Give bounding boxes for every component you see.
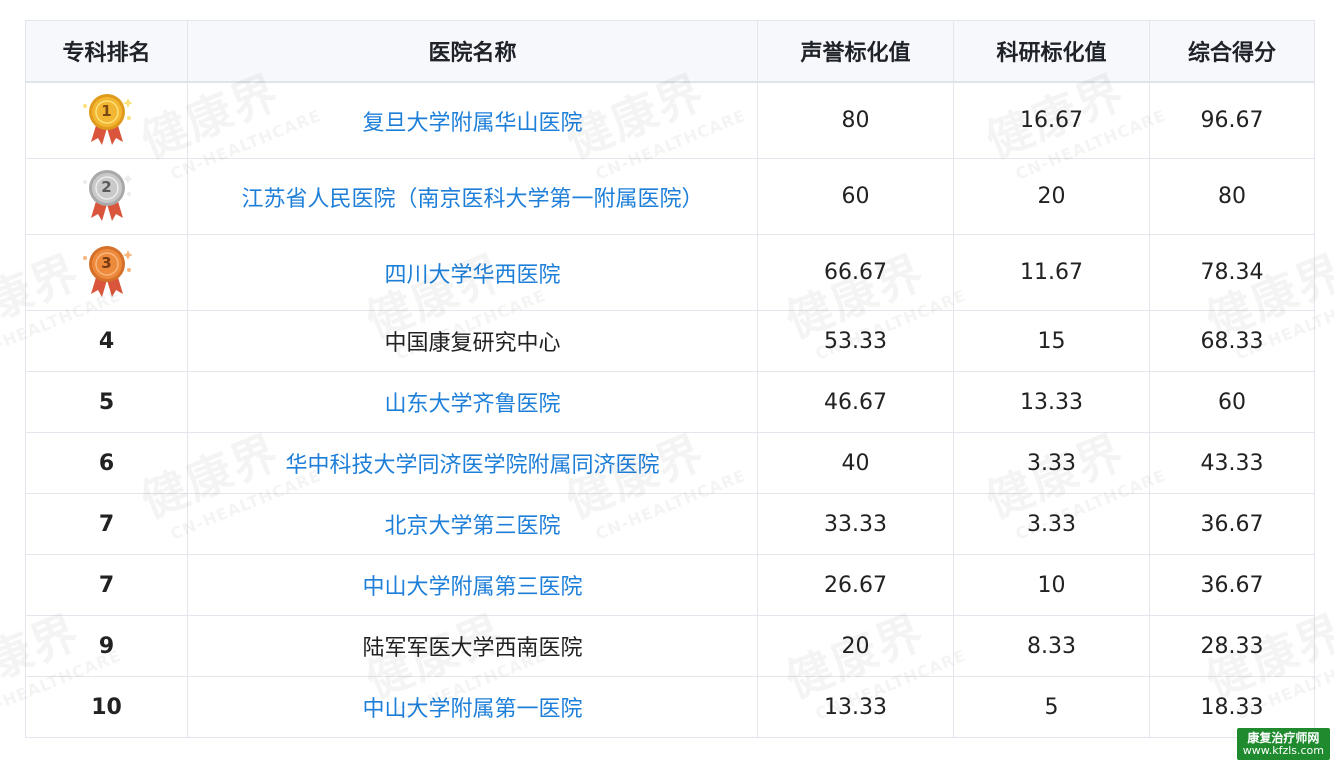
table-row: 10 中山大学附属第一医院 13.33 5 18.33: [25, 676, 1315, 738]
cell-hospital: 陆军军医大学西南医院: [187, 615, 758, 677]
cell-rank: 7: [25, 493, 188, 555]
header-total: 综合得分: [1149, 20, 1315, 83]
cell-rank: 9: [25, 615, 188, 677]
hospital-name: 陆军军医大学西南医院: [362, 636, 583, 661]
site-badge[interactable]: 康复治疗师网 www.kfzls.com: [1236, 727, 1330, 760]
cell-reputation: 26.67: [757, 554, 954, 616]
cell-rank: 3: [25, 234, 188, 311]
cell-research: 10: [953, 554, 1150, 616]
cell-hospital: 中山大学附属第一医院: [187, 676, 758, 738]
medal-rank-number: 3: [101, 253, 112, 272]
cell-reputation: 66.67: [757, 234, 954, 311]
page: 专科排名 医院名称 声誉标化值 科研标化值 综合得分 1 复旦大学附属华山医院 80…: [0, 0, 1334, 764]
cell-total: 43.33: [1149, 432, 1315, 494]
table-row: 9 陆军军医大学西南医院 20 8.33 28.33: [25, 615, 1315, 677]
hospital-link[interactable]: 华中科技大学同济医学院附属同济医院: [285, 453, 659, 478]
table-row: 7 北京大学第三医院 33.33 3.33 36.67: [25, 493, 1315, 555]
cell-hospital: 江苏省人民医院（南京医科大学第一附属医院）: [187, 158, 758, 235]
table-row: 2 江苏省人民医院（南京医科大学第一附属医院） 60 20 80: [25, 158, 1315, 235]
table-row: 3 四川大学华西医院 66.67 11.67 78.34: [25, 234, 1315, 311]
cell-reputation: 33.33: [757, 493, 954, 555]
bronze-medal-icon: 3: [82, 244, 132, 302]
cell-reputation: 53.33: [757, 310, 954, 372]
cell-research: 11.67: [953, 234, 1150, 311]
table-body: 1 复旦大学附属华山医院 80 16.67 96.67 2 江苏省人民医院（南京医科大学第一…: [25, 81, 1315, 738]
cell-total: 36.67: [1149, 554, 1315, 616]
hospital-link[interactable]: 山东大学齐鲁医院: [384, 392, 560, 417]
cell-total: 78.34: [1149, 234, 1315, 311]
table-row: 5 山东大学齐鲁医院 46.67 13.33 60: [25, 371, 1315, 433]
medal-rank-number: 2: [101, 177, 112, 196]
cell-rank: 1: [25, 81, 188, 159]
hospital-link[interactable]: 中山大学附属第一医院: [362, 697, 582, 722]
cell-reputation: 20: [757, 615, 954, 677]
cell-reputation: 13.33: [757, 676, 954, 738]
cell-research: 5: [953, 676, 1150, 738]
gold-medal-icon: 1: [82, 92, 132, 150]
cell-research: 15: [953, 310, 1150, 372]
cell-research: 13.33: [953, 371, 1150, 433]
cell-research: 20: [953, 158, 1150, 235]
header-hospital: 医院名称: [187, 20, 758, 83]
cell-total: 80: [1149, 158, 1315, 235]
cell-rank: 6: [25, 432, 188, 494]
site-badge-url: www.kfzls.com: [1242, 743, 1324, 757]
cell-research: 16.67: [953, 81, 1150, 159]
cell-research: 3.33: [953, 493, 1150, 555]
cell-total: 68.33: [1149, 310, 1315, 372]
cell-total: 60: [1149, 371, 1315, 433]
cell-hospital: 四川大学华西医院: [187, 234, 758, 311]
cell-total: 96.67: [1149, 81, 1315, 159]
cell-hospital: 华中科技大学同济医学院附属同济医院: [187, 432, 758, 494]
cell-hospital: 中山大学附属第三医院: [187, 554, 758, 616]
cell-reputation: 46.67: [757, 371, 954, 433]
hospital-link[interactable]: 四川大学华西医院: [384, 263, 560, 288]
cell-reputation: 60: [757, 158, 954, 235]
table-header-row: 专科排名 医院名称 声誉标化值 科研标化值 综合得分: [25, 20, 1315, 83]
cell-research: 8.33: [953, 615, 1150, 677]
cell-total: 28.33: [1149, 615, 1315, 677]
header-research: 科研标化值: [953, 20, 1150, 83]
table-row: 1 复旦大学附属华山医院 80 16.67 96.67: [25, 81, 1315, 159]
cell-hospital: 山东大学齐鲁医院: [187, 371, 758, 433]
table-row: 4 中国康复研究中心 53.33 15 68.33: [25, 310, 1315, 372]
cell-research: 3.33: [953, 432, 1150, 494]
cell-hospital: 中国康复研究中心: [187, 310, 758, 372]
hospital-link[interactable]: 中山大学附属第三医院: [362, 575, 582, 600]
cell-reputation: 40: [757, 432, 954, 494]
medal-rank-number: 1: [101, 101, 112, 120]
cell-rank: 4: [25, 310, 188, 372]
table-row: 7 中山大学附属第三医院 26.67 10 36.67: [25, 554, 1315, 616]
cell-reputation: 80: [757, 81, 954, 159]
cell-hospital: 北京大学第三医院: [187, 493, 758, 555]
table-row: 6 华中科技大学同济医学院附属同济医院 40 3.33 43.33: [25, 432, 1315, 494]
hospital-link[interactable]: 北京大学第三医院: [384, 514, 560, 539]
header-reputation: 声誉标化值: [757, 20, 954, 83]
cell-rank: 5: [25, 371, 188, 433]
cell-hospital: 复旦大学附属华山医院: [187, 81, 758, 159]
header-rank: 专科排名: [25, 20, 188, 83]
silver-medal-icon: 2: [82, 168, 132, 226]
cell-total: 36.67: [1149, 493, 1315, 555]
site-badge-title: 康复治疗师网: [1247, 730, 1320, 745]
cell-rank: 7: [25, 554, 188, 616]
cell-rank: 10: [25, 676, 188, 738]
hospital-name: 中国康复研究中心: [384, 331, 561, 356]
ranking-table: 专科排名 医院名称 声誉标化值 科研标化值 综合得分 1 复旦大学附属华山医院 80…: [25, 20, 1315, 738]
cell-rank: 2: [25, 158, 188, 235]
hospital-link[interactable]: 复旦大学附属华山医院: [362, 111, 582, 136]
hospital-link[interactable]: 江苏省人民医院（南京医科大学第一附属医院）: [241, 187, 703, 212]
